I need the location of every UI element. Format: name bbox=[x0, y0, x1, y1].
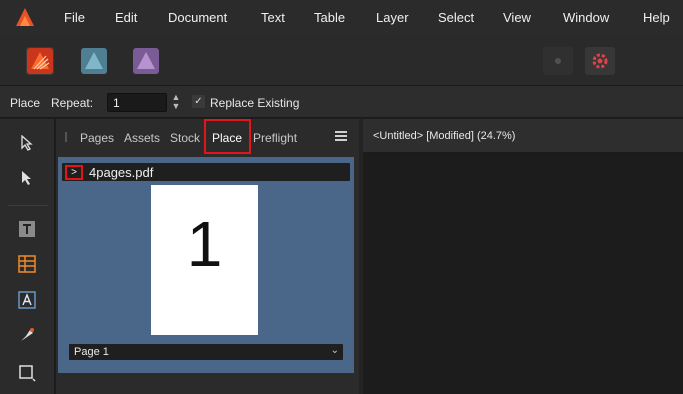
menu-window[interactable]: Window bbox=[563, 10, 609, 25]
page-select-dropdown[interactable]: Page 1 ⌄ bbox=[69, 344, 343, 360]
repeat-label: Repeat: bbox=[51, 96, 94, 110]
page-select-value: Page 1 bbox=[74, 346, 109, 358]
pen-tool-icon[interactable] bbox=[17, 325, 37, 345]
photo-persona-icon[interactable] bbox=[132, 47, 160, 75]
menu-layer[interactable]: Layer bbox=[376, 10, 409, 25]
panel-grip-handle[interactable] bbox=[65, 132, 67, 142]
context-toolbar: Place Repeat: 1 ▲ ▼ ✓ Replace Existing bbox=[0, 86, 683, 118]
tool-name-label: Place bbox=[10, 96, 41, 110]
tab-preflight[interactable]: Preflight bbox=[253, 131, 297, 145]
document-tab-bar: <Untitled> [Modified] (24.7%) bbox=[363, 119, 683, 153]
chevron-down-icon: ⌄ bbox=[330, 345, 339, 356]
artistic-text-tool-icon[interactable] bbox=[17, 290, 37, 310]
studio-panel: Pages Assets Stock Place Preflight > 4pa… bbox=[56, 119, 359, 394]
placed-file-row[interactable]: > 4pages.pdf bbox=[62, 163, 350, 181]
panel-tabs: Pages Assets Stock Place Preflight bbox=[56, 119, 359, 155]
replace-existing-label: Replace Existing bbox=[210, 96, 300, 110]
document-canvas[interactable] bbox=[363, 153, 683, 394]
page-thumbnail[interactable]: 1 bbox=[151, 185, 258, 335]
table-tool-icon[interactable] bbox=[17, 254, 37, 274]
snapping-icon[interactable] bbox=[543, 47, 573, 75]
menu-table[interactable]: Table bbox=[314, 10, 345, 25]
page-thumbnail-number: 1 bbox=[186, 208, 223, 280]
tools-divider bbox=[8, 205, 48, 206]
menu-edit[interactable]: Edit bbox=[115, 10, 137, 25]
menu-file[interactable]: File bbox=[64, 10, 85, 25]
menu-document[interactable]: Document bbox=[168, 10, 227, 25]
repeat-input[interactable]: 1 bbox=[107, 93, 167, 112]
frame-text-tool-icon[interactable] bbox=[17, 219, 37, 239]
tab-stock[interactable]: Stock bbox=[170, 131, 200, 145]
document-tab-title[interactable]: <Untitled> [Modified] (24.7%) bbox=[373, 130, 515, 142]
settings-gear-icon[interactable] bbox=[585, 47, 615, 75]
menu-bar: File Edit Document Text Table Layer Sele… bbox=[0, 0, 683, 34]
tools-panel bbox=[0, 119, 55, 394]
menu-text[interactable]: Text bbox=[261, 10, 285, 25]
move-tool-icon[interactable] bbox=[17, 133, 37, 153]
menu-items: File Edit Document Text Table Layer Sele… bbox=[0, 0, 683, 34]
repeat-spinner[interactable]: ▲ ▼ bbox=[170, 93, 182, 112]
replace-existing-checkbox[interactable]: ✓ bbox=[192, 95, 205, 108]
node-tool-icon[interactable] bbox=[17, 168, 37, 188]
rectangle-tool-icon[interactable] bbox=[17, 363, 37, 383]
place-panel-content: > 4pages.pdf 1 Page 1 ⌄ bbox=[58, 157, 354, 373]
expand-chevron-icon[interactable]: > bbox=[65, 165, 83, 180]
place-tab-highlight bbox=[204, 119, 251, 154]
tab-pages[interactable]: Pages bbox=[80, 131, 114, 145]
publisher-persona-icon[interactable] bbox=[26, 47, 54, 75]
tab-assets[interactable]: Assets bbox=[124, 131, 160, 145]
panel-menu-icon[interactable] bbox=[335, 131, 347, 141]
menu-select[interactable]: Select bbox=[438, 10, 474, 25]
persona-toolbar bbox=[0, 34, 683, 86]
designer-persona-icon[interactable] bbox=[80, 47, 108, 75]
file-name: 4pages.pdf bbox=[89, 165, 154, 180]
menu-help[interactable]: Help bbox=[643, 10, 670, 25]
menu-view[interactable]: View bbox=[503, 10, 531, 25]
